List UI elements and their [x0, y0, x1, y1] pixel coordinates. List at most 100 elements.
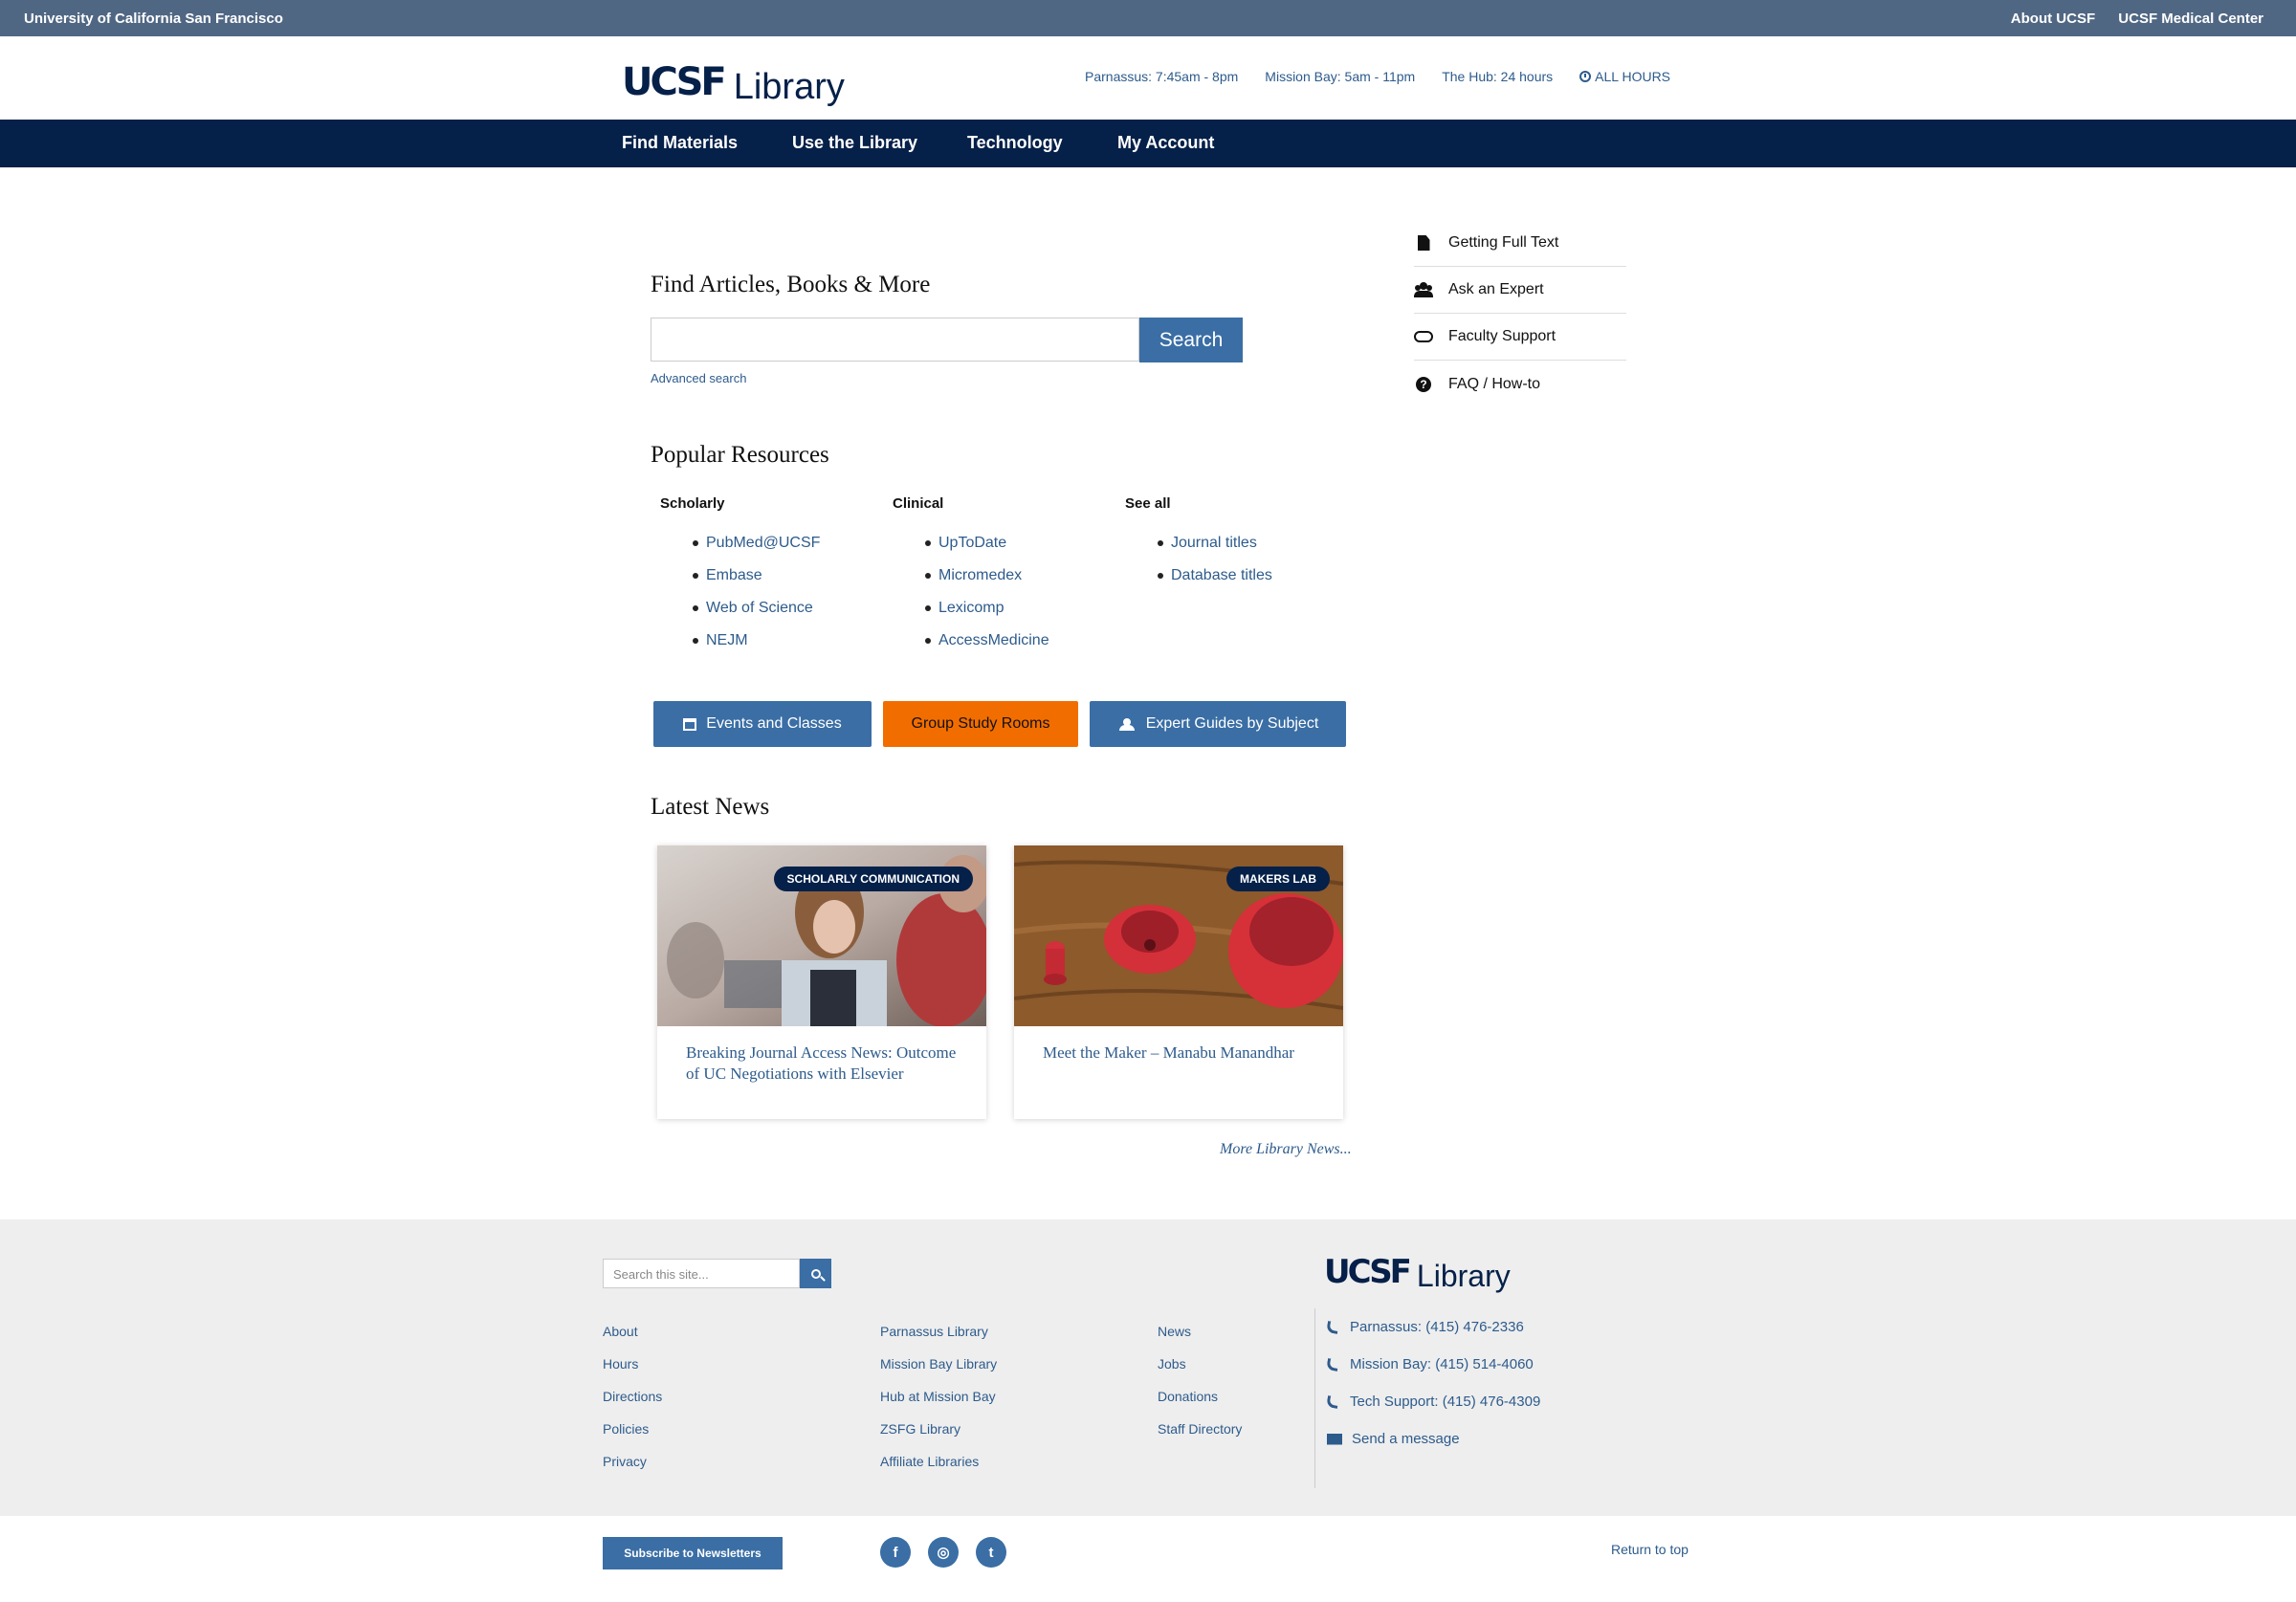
question-icon: ? [1414, 376, 1433, 393]
footer-link[interactable]: News [1158, 1322, 1242, 1354]
group-study-rooms-button[interactable]: Group Study Rooms [883, 701, 1078, 747]
phone-icon [1326, 1320, 1339, 1334]
search-heading: Find Articles, Books & More [651, 272, 931, 297]
resources-col-scholarly: Scholarly PubMed@UCSF Embase Web of Scie… [660, 495, 820, 663]
search-input[interactable] [651, 318, 1139, 362]
handshake-icon [1414, 328, 1433, 345]
footer-contacts: Parnassus: (415) 476-2336 Mission Bay: (… [1314, 1308, 1540, 1488]
footer-link[interactable]: Policies [603, 1419, 662, 1452]
hours-strip: Parnassus: 7:45am - 8pm Mission Bay: 5am… [1085, 69, 1670, 84]
footer-link[interactable]: Staff Directory [1158, 1419, 1242, 1452]
logo-text: Library [733, 67, 845, 107]
ucsf-brand-link[interactable]: University of California San Francisco [24, 11, 283, 27]
all-hours-label: ALL HOURS [1595, 69, 1671, 84]
footer-link[interactable]: Directions [603, 1387, 662, 1419]
sidebar-item-full-text[interactable]: Getting Full Text [1414, 220, 1626, 267]
resource-link[interactable]: Database titles [1158, 565, 1272, 598]
footer-logo[interactable]: UCSF Library [1324, 1256, 1511, 1293]
expert-guides-button[interactable]: Expert Guides by Subject [1090, 701, 1346, 747]
resource-link[interactable]: Embase [693, 565, 820, 598]
utility-links: About UCSF UCSF Medical Center [1992, 11, 2263, 27]
calendar-icon [683, 717, 697, 731]
footer-link[interactable]: Donations [1158, 1387, 1242, 1419]
contact-label: Parnassus: (415) 476-2336 [1350, 1318, 1524, 1335]
hours-hub[interactable]: The Hub: 24 hours [1442, 69, 1553, 84]
footer-search-button[interactable] [800, 1259, 831, 1288]
logo-mark: UCSF [622, 60, 727, 104]
resource-link[interactable]: Micromedex [925, 565, 1049, 598]
return-to-top-link[interactable]: Return to top [1611, 1542, 1689, 1557]
utility-bar: University of California San Francisco A… [0, 0, 2296, 36]
footer-link[interactable]: Privacy [603, 1452, 662, 1484]
resources-col-heading: See all [1125, 495, 1171, 512]
resource-link[interactable]: UpToDate [925, 533, 1049, 565]
news-card[interactable]: SCHOLARLY COMMUNICATION Breaking Journal… [657, 845, 986, 1119]
resources-col-heading: Scholarly [660, 495, 725, 512]
library-logo[interactable]: UCSF Library [622, 54, 845, 105]
envelope-icon [1327, 1433, 1342, 1445]
instagram-icon[interactable]: ◎ [928, 1537, 959, 1568]
contact-label: Send a message [1352, 1430, 1460, 1447]
footer-link[interactable]: ZSFG Library [880, 1419, 997, 1452]
news-heading: Latest News [651, 794, 770, 820]
news-card[interactable]: MAKERS LAB Meet the Maker – Manabu Manan… [1014, 845, 1343, 1119]
about-ucsf-link[interactable]: About UCSF [2011, 11, 2095, 27]
footer-link[interactable]: Parnassus Library [880, 1322, 997, 1354]
contact-mission-bay[interactable]: Mission Bay: (415) 514-4060 [1326, 1346, 1540, 1383]
nav-use-library[interactable]: Use the Library [792, 133, 917, 153]
sidebar-item-ask-expert[interactable]: Ask an Expert [1414, 267, 1626, 314]
more-news-link[interactable]: More Library News... [1220, 1141, 1352, 1158]
nav-technology[interactable]: Technology [967, 133, 1063, 153]
news-title-link[interactable]: Meet the Maker – Manabu Manandhar [1043, 1042, 1320, 1064]
button-label: Events and Classes [706, 715, 842, 732]
phone-icon [1326, 1394, 1339, 1409]
footer-link[interactable]: Affiliate Libraries [880, 1452, 997, 1484]
contact-tech-support[interactable]: Tech Support: (415) 476-4309 [1326, 1383, 1541, 1420]
hours-mission-bay[interactable]: Mission Bay: 5am - 11pm [1265, 69, 1415, 84]
resource-link[interactable]: Journal titles [1158, 533, 1272, 565]
facebook-icon[interactable]: f [880, 1537, 911, 1568]
contact-label: Tech Support: (415) 476-4309 [1350, 1393, 1541, 1410]
contact-label: Mission Bay: (415) 514-4060 [1350, 1355, 1534, 1372]
medical-center-link[interactable]: UCSF Medical Center [2118, 11, 2263, 27]
clock-icon [1579, 71, 1592, 82]
category-badge[interactable]: SCHOLARLY COMMUNICATION [773, 867, 973, 891]
footer-link[interactable]: Hub at Mission Bay [880, 1387, 997, 1419]
sidebar-item-label: FAQ / How-to [1448, 375, 1541, 392]
nav-find-materials[interactable]: Find Materials [622, 133, 738, 153]
news-title-link[interactable]: Breaking Journal Access News: Outcome of… [686, 1042, 963, 1085]
footer-search-input[interactable]: Search this site... [603, 1259, 800, 1288]
footer-link[interactable]: Hours [603, 1354, 662, 1387]
all-hours-link[interactable]: ALL HOURS [1579, 69, 1670, 84]
resources-col-see-all: See all Journal titles Database titles [1125, 495, 1272, 598]
resource-link[interactable]: NEJM [693, 630, 820, 663]
sidebar-item-faq[interactable]: ? FAQ / How-to [1414, 361, 1626, 407]
hours-parnassus[interactable]: Parnassus: 7:45am - 8pm [1085, 69, 1238, 84]
document-icon [1414, 234, 1433, 252]
users-icon [1117, 718, 1137, 731]
nav-my-account[interactable]: My Account [1117, 133, 1214, 153]
site-footer [0, 1219, 2296, 1516]
quick-links-sidebar: Getting Full Text Ask an Expert Faculty … [1414, 220, 1626, 407]
resource-link[interactable]: PubMed@UCSF [693, 533, 820, 565]
resource-link[interactable]: AccessMedicine [925, 630, 1049, 663]
resource-link[interactable]: Web of Science [693, 598, 820, 630]
button-label: Expert Guides by Subject [1145, 715, 1319, 732]
resources-heading: Popular Resources [651, 442, 829, 468]
events-classes-button[interactable]: Events and Classes [653, 701, 872, 747]
logo-text: Library [1416, 1259, 1511, 1293]
contact-send-message[interactable]: Send a message [1327, 1420, 1540, 1458]
advanced-search-link[interactable]: Advanced search [651, 371, 746, 385]
footer-link[interactable]: About [603, 1322, 662, 1354]
category-badge[interactable]: MAKERS LAB [1226, 867, 1330, 891]
sidebar-item-faculty-support[interactable]: Faculty Support [1414, 314, 1626, 361]
site-header: UCSF Library Parnassus: 7:45am - 8pm Mis… [0, 36, 2296, 120]
contact-parnassus[interactable]: Parnassus: (415) 476-2336 [1326, 1308, 1540, 1346]
search-button[interactable]: Search [1139, 318, 1243, 362]
sidebar-item-label: Ask an Expert [1448, 281, 1544, 297]
footer-link[interactable]: Jobs [1158, 1354, 1242, 1387]
twitter-icon[interactable]: t [976, 1537, 1006, 1568]
resource-link[interactable]: Lexicomp [925, 598, 1049, 630]
footer-link[interactable]: Mission Bay Library [880, 1354, 997, 1387]
subscribe-newsletters-button[interactable]: Subscribe to Newsletters [603, 1537, 783, 1569]
